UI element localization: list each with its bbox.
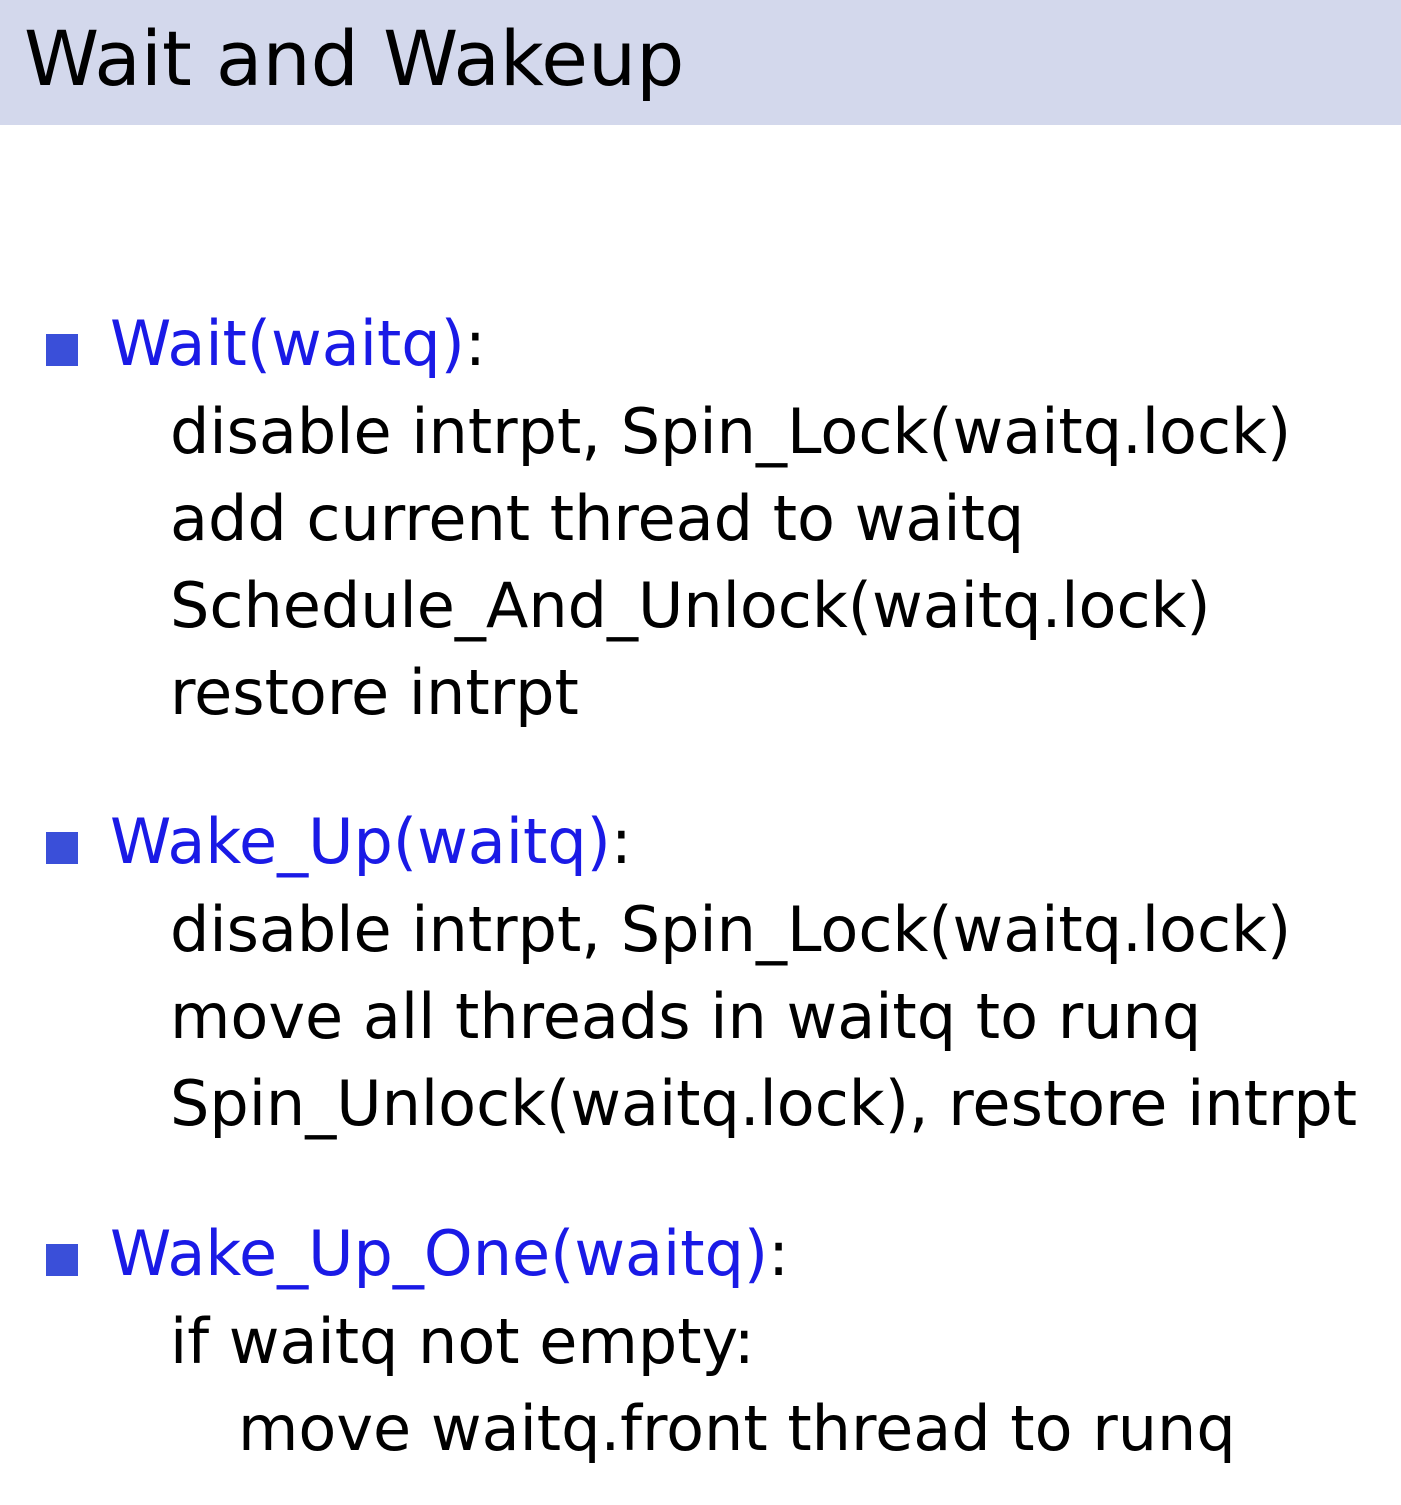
title-bar: Wait and Wakeup — [0, 0, 1401, 125]
code-line: move waitq.front thread to runq — [238, 1392, 1236, 1465]
bullet-square-icon — [46, 334, 78, 366]
bullet-square-icon — [46, 1244, 78, 1276]
item-heading-wait: Wait(waitq): — [110, 306, 486, 382]
function-name: Wait(waitq) — [110, 307, 465, 380]
heading-colon: : — [768, 1217, 790, 1290]
code-line: Spin_Unlock(waitq.lock), restore intrpt — [170, 1067, 1358, 1140]
function-name: Wake_Up(waitq) — [110, 805, 611, 878]
code-line: add current thread to waitq — [170, 482, 1025, 555]
bullet-square-icon — [46, 832, 78, 864]
slide-title: Wait and Wakeup — [24, 14, 685, 103]
function-name: Wake_Up_One(waitq) — [110, 1217, 769, 1290]
heading-colon: : — [464, 307, 486, 380]
item-heading-wake-up-one: Wake_Up_One(waitq): — [110, 1216, 789, 1292]
code-line: disable intrpt, Spin_Lock(waitq.lock) — [170, 893, 1292, 966]
code-line: disable intrpt, Spin_Lock(waitq.lock) — [170, 395, 1292, 468]
code-line: restore intrpt — [170, 656, 579, 729]
heading-colon: : — [610, 805, 632, 878]
code-line: move all threads in waitq to runq — [170, 980, 1202, 1053]
code-line: Schedule_And_Unlock(waitq.lock) — [170, 569, 1211, 642]
code-line: if waitq not empty: — [170, 1305, 755, 1378]
item-heading-wake-up: Wake_Up(waitq): — [110, 804, 632, 880]
